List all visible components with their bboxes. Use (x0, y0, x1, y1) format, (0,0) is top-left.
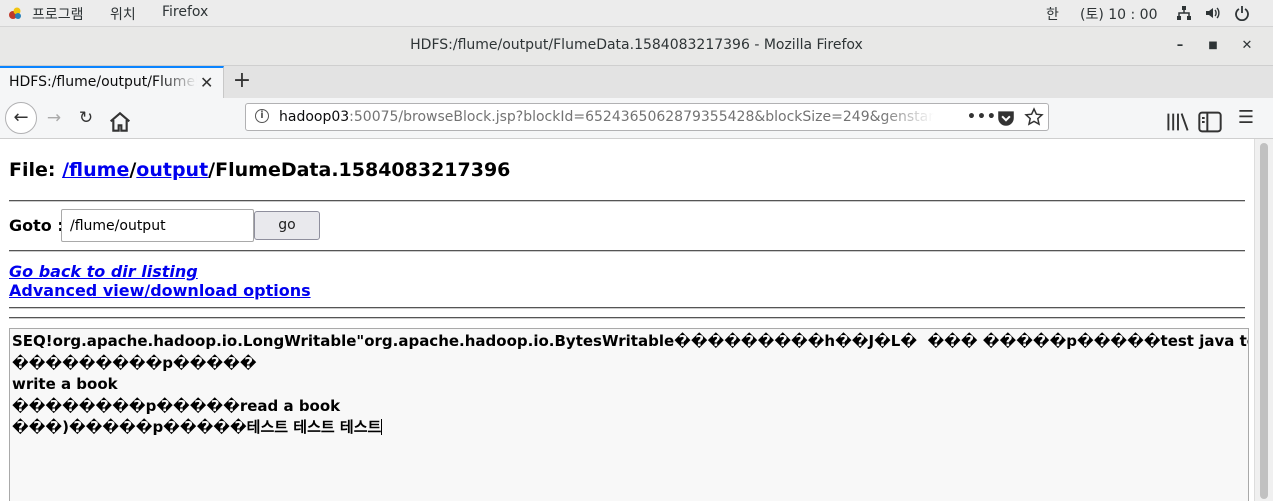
clock[interactable]: (토) 10 : 00 (1080, 4, 1158, 24)
maximize-icon[interactable]: ■ (1202, 35, 1224, 57)
tab-active[interactable]: HDFS:/flume/output/FlumeData.15840832173… (0, 66, 224, 98)
file-line: ���)�����p�����테스트 테스트 테스트 (12, 417, 1246, 439)
scrollbar-thumb[interactable] (1260, 143, 1268, 499)
file-line: write a book (12, 374, 1246, 396)
path-link-flume[interactable]: /flume (62, 159, 129, 181)
divider (9, 317, 1245, 319)
applications-menu-icon[interactable] (8, 6, 22, 20)
navigation-toolbar: ← → ↻ i hadoop03:50075/browseBlock.jsp?b… (0, 98, 1273, 139)
window-title-bar: HDFS:/flume/output/FlumeData.15840832173… (0, 27, 1273, 66)
window-title: HDFS:/flume/output/FlumeData.15840832173… (0, 37, 1273, 53)
divider (9, 250, 1245, 252)
close-window-icon[interactable]: ✕ (1236, 35, 1258, 57)
network-icon[interactable] (1176, 5, 1192, 21)
url-path: :50075/browseBlock.jsp?blockId=652436506… (349, 109, 934, 125)
url-host: hadoop03 (279, 109, 349, 125)
goto-label: Goto : (9, 216, 64, 235)
page-content: File: /flume/output/FlumeData.1584083217… (0, 139, 1254, 501)
pocket-icon[interactable] (996, 108, 1016, 128)
file-label: File: (9, 159, 62, 181)
file-line: SEQ!org.apache.hadoop.io.LongWritable"o… (12, 331, 1246, 353)
address-bar[interactable]: i hadoop03:50075/browseBlock.jsp?blockId… (245, 103, 1049, 131)
tab-title: HDFS:/flume/output/FlumeData.15840832173… (9, 74, 197, 90)
tab-close-icon[interactable]: ✕ (200, 73, 213, 92)
advanced-view-link[interactable]: Advanced view/download options (9, 281, 311, 300)
programs-menu[interactable]: 프로그램 (32, 4, 84, 24)
site-info-icon[interactable]: i (255, 109, 269, 123)
bookmark-star-icon[interactable] (1024, 107, 1044, 127)
app-menu[interactable]: Firefox (162, 4, 208, 20)
page-scrollbar[interactable] (1254, 139, 1273, 501)
reload-icon[interactable]: ↻ (74, 106, 98, 130)
file-name: FlumeData.1584083217396 (215, 159, 510, 181)
system-top-bar: 프로그램 위치 Firefox 한 (토) 10 : 00 (0, 0, 1273, 27)
volume-icon[interactable] (1204, 5, 1220, 21)
input-method-indicator[interactable]: 한 (1046, 4, 1059, 24)
path-link-output[interactable]: output (136, 159, 208, 181)
library-icon[interactable] (1166, 110, 1190, 134)
go-button[interactable]: go (254, 211, 320, 240)
home-icon[interactable] (108, 110, 132, 134)
back-arrow-icon[interactable]: ← (5, 102, 37, 134)
file-line: ��������p�����read a book (12, 396, 1246, 418)
file-line: ���������p����� (12, 353, 1246, 375)
url-text[interactable]: hadoop03:50075/browseBlock.jsp?blockId=6… (279, 109, 934, 125)
tab-strip: HDFS:/flume/output/FlumeData.15840832173… (0, 66, 1273, 99)
back-to-dir-listing-link[interactable]: Go back to dir listing (9, 262, 198, 281)
forward-arrow-icon[interactable]: → (42, 106, 66, 130)
text-caret (381, 419, 382, 435)
divider (9, 307, 1245, 309)
file-content-textarea[interactable]: SEQ!org.apache.hadoop.io.LongWritable"o… (9, 328, 1249, 501)
page-actions-icon[interactable]: ••• (967, 107, 987, 127)
divider (9, 200, 1245, 202)
sidebar-icon[interactable] (1198, 110, 1222, 134)
power-icon[interactable] (1234, 5, 1250, 21)
minimize-icon[interactable]: – (1169, 35, 1191, 57)
new-tab-icon[interactable]: + (230, 68, 254, 93)
file-line-text: ���)�����p�����테스트 테스트 테스트 (12, 418, 381, 436)
page-title: File: /flume/output/FlumeData.1584083217… (9, 159, 510, 181)
places-menu[interactable]: 위치 (110, 4, 136, 24)
hamburger-menu-icon[interactable]: ☰ (1234, 106, 1258, 130)
goto-input[interactable] (61, 209, 254, 242)
